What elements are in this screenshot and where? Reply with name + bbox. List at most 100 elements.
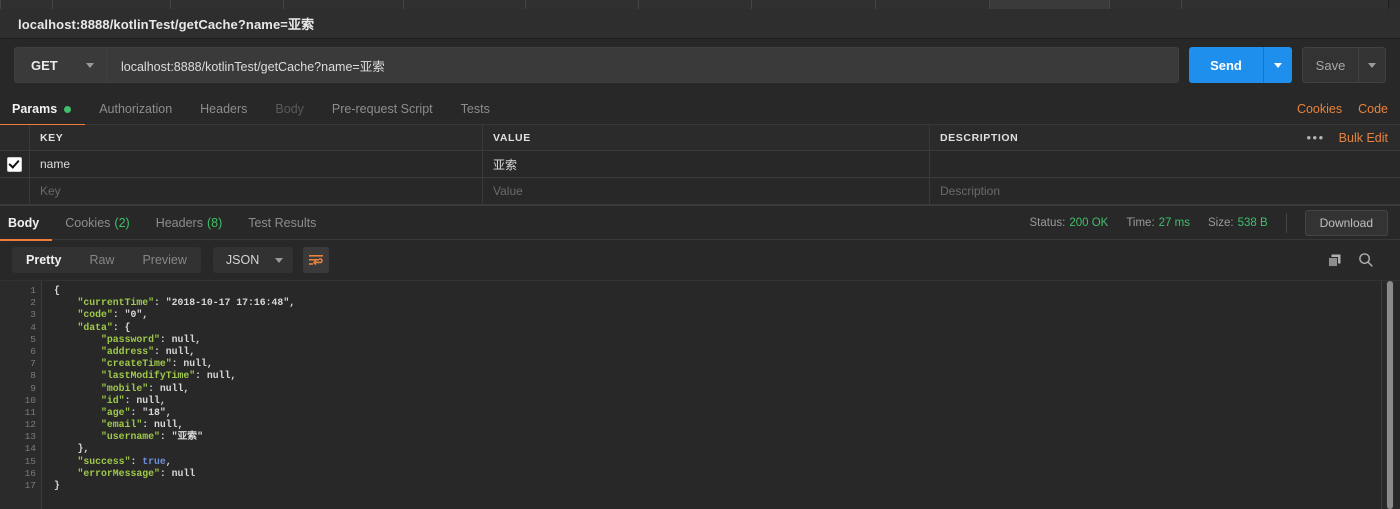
copy-button[interactable] [1327,253,1342,268]
tab-label: Pre-request Script [331,102,433,116]
code-line: }, [54,443,1400,455]
row-key-cell[interactable]: name [30,151,483,177]
header-description-label: DESCRIPTION [940,131,1019,144]
send-options-button[interactable] [1263,47,1292,83]
line-number: 6 [30,345,36,357]
tab-strip-segment-2[interactable] [170,0,285,9]
line-number: 10 [24,394,36,406]
code-token: : [124,394,137,406]
cookies-link[interactable]: Cookies [1297,102,1342,116]
line-number: 17 [24,480,36,491]
placeholder-key-cell[interactable]: Key [30,178,483,204]
code-token: : [130,406,143,418]
response-tab-headers[interactable]: Headers (8) [143,207,236,239]
row-key-text: name [40,157,71,171]
code-token: null [165,345,190,357]
more-options-icon[interactable]: ••• [1307,130,1325,145]
response-tab-count: (2) [114,216,130,230]
tab-strip-segment-5[interactable] [525,0,640,9]
tab-body[interactable]: Body [261,94,318,124]
tab-authorization[interactable]: Authorization [85,94,186,124]
bulk-edit-link[interactable]: Bulk Edit [1339,131,1388,145]
tab-strip-segment-4[interactable] [403,0,527,9]
tab-strip-segment-1[interactable] [52,0,172,9]
response-body-viewer[interactable]: 1 2 3 4 5 6 7 8 9 10 11 12 13 14 15 16 17 { "currentTime… [0,281,1400,509]
code-token: "createTime" [101,358,172,370]
word-wrap-button[interactable] [303,247,330,273]
tab-strip-segment-3[interactable] [283,0,405,9]
row-value-cell[interactable]: 亚索 [483,151,930,177]
code-token: "success" [77,455,131,467]
response-tab-body[interactable]: Body [0,207,53,241]
code-token: null [153,419,178,431]
code-line: "age": "18", [54,407,1400,419]
request-bar: GET localhost:8888/kotlinTest/getCache?n… [0,39,1400,91]
size-value: 538 B [1237,217,1268,229]
tab-headers[interactable]: Headers [186,94,261,124]
code-token: : [171,358,184,370]
row-description-cell[interactable] [930,151,1400,177]
viewer-divider [1381,281,1382,509]
tab-tests[interactable]: Tests [447,94,504,124]
code-line: } [54,480,1400,492]
tab-strip-segment-6[interactable] [638,0,753,9]
chevron-down-icon [1274,62,1282,68]
placeholder-check-cell [0,178,30,204]
code-link[interactable]: Code [1358,102,1388,116]
code-line: "errorMessage": null [54,468,1400,480]
code-token: : [195,370,207,382]
header-value-cell: VALUE [483,125,930,150]
tab-pre-request-script[interactable]: Pre-request Script [318,94,447,124]
search-button[interactable] [1358,252,1374,268]
line-number: 15 [24,455,36,467]
viewer-scrollbar[interactable] [1386,281,1394,509]
code-token: "currentTime" [77,297,154,309]
placeholder-value-cell[interactable]: Value [483,178,930,204]
tab-strip-segment-8[interactable] [875,0,991,9]
send-button[interactable]: Send [1189,47,1263,83]
code-line: { [54,285,1400,297]
tab-label: Body [275,102,304,116]
tab-strip-segment-0[interactable] [0,0,54,9]
view-mode-pretty[interactable]: Pretty [12,247,75,273]
tab-strip-segment-10[interactable] [1109,0,1183,9]
http-method-dropdown[interactable]: GET [14,47,106,83]
json-code[interactable]: { "currentTime": "2018-10-17 17:16:48", … [42,281,1400,509]
code-token: }, [77,443,90,455]
tab-strip-segment-9[interactable] [989,0,1111,9]
request-tabs: Params Authorization Headers Body Pre-reques… [0,94,1400,126]
view-mode-preview[interactable]: Preview [128,247,200,273]
body-toolbar-actions [1327,252,1388,268]
code-token: , [189,345,196,357]
tab-params[interactable]: Params [0,94,86,126]
view-mode-raw[interactable]: Raw [75,247,128,273]
tab-strip-segment-11[interactable] [1181,0,1389,9]
code-token: , [230,370,237,382]
code-token: , [142,309,149,321]
code-token: null [136,394,160,406]
code-token: "lastModifyTime" [101,370,196,382]
line-number: 8 [30,370,36,382]
download-button[interactable]: Download [1304,210,1388,236]
code-token: : [142,419,154,431]
code-token: : [159,467,172,479]
line-number: 16 [24,467,36,479]
line-number: 11 [24,406,36,418]
code-token: "mobile" [101,382,149,394]
code-token: : { [112,321,131,333]
response-tab-test-results[interactable]: Test Results [235,207,329,239]
tab-strip-segment-7[interactable] [751,0,877,9]
response-tab-cookies[interactable]: Cookies (2) [52,207,142,239]
row-enabled-cell [0,151,30,177]
body-format-dropdown[interactable]: JSON [212,247,294,273]
save-options-button[interactable] [1358,47,1386,83]
save-button[interactable]: Save [1302,47,1358,83]
code-token: : [153,345,166,357]
code-token: null [171,333,196,345]
viewer-scrollbar-thumb[interactable] [1387,281,1393,509]
url-input[interactable]: localhost:8888/kotlinTest/getCache?name=… [106,47,1179,83]
tab-label: Authorization [99,102,173,116]
body-format-label: JSON [225,253,260,267]
row-enabled-checkbox[interactable] [7,156,22,172]
placeholder-description-cell[interactable]: Description [930,178,1400,204]
